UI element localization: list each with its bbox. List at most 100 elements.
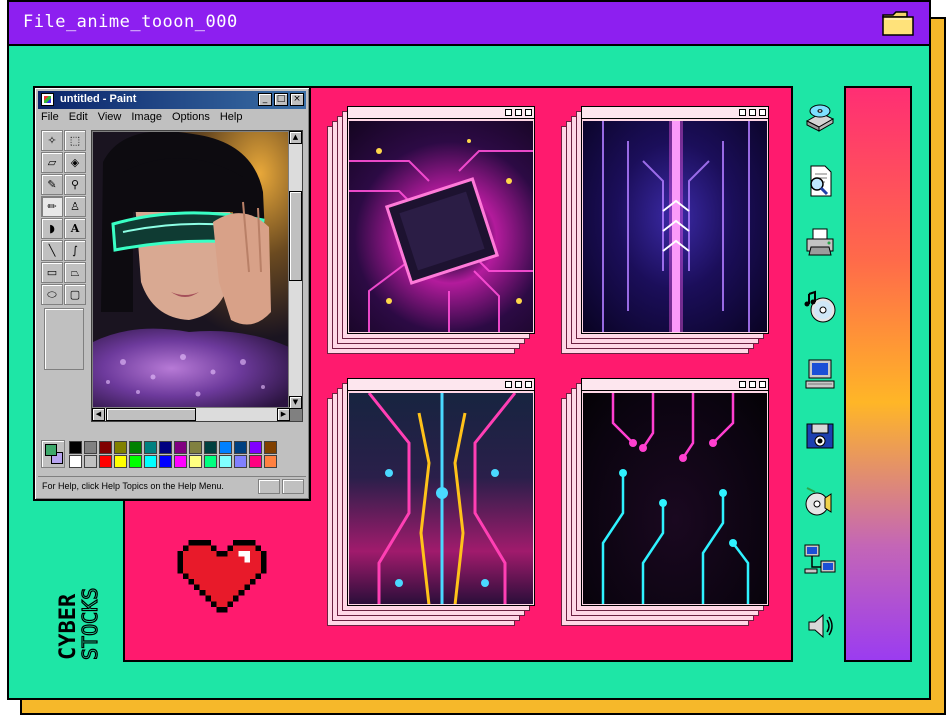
current-colors[interactable] <box>41 440 65 468</box>
eraser-tool[interactable]: ▱ <box>41 152 63 173</box>
pencil-tool[interactable]: ✏ <box>41 196 63 217</box>
color-palette <box>41 440 303 474</box>
music-cd-icon[interactable] <box>803 290 837 324</box>
minimize-button[interactable]: _ <box>258 93 272 106</box>
image-window-stack-1[interactable] <box>327 106 542 354</box>
magnifier-tool[interactable]: ⚲ <box>64 174 86 195</box>
printer-icon[interactable] <box>803 225 837 259</box>
palette-swatch[interactable] <box>189 455 202 468</box>
palette-swatch[interactable] <box>69 455 82 468</box>
palette-swatch[interactable] <box>264 455 277 468</box>
folder-icon[interactable] <box>881 9 915 37</box>
menu-view[interactable]: View <box>98 111 122 127</box>
palette-swatch[interactable] <box>129 441 142 454</box>
palette-swatch[interactable] <box>159 441 172 454</box>
image-window-titlebar[interactable] <box>348 379 534 391</box>
palette-swatch[interactable] <box>84 455 97 468</box>
menu-file[interactable]: File <box>41 111 59 127</box>
circuit-symmetric-image[interactable] <box>349 393 533 604</box>
text-tool[interactable]: A <box>64 218 86 239</box>
image-window-stack-2[interactable] <box>561 106 776 354</box>
palette-swatch[interactable] <box>264 441 277 454</box>
horizontal-scrollbar[interactable]: ◀ ▶ <box>92 407 290 421</box>
paint-app-icon <box>41 93 54 106</box>
palette-swatch[interactable] <box>234 455 247 468</box>
paint-window[interactable]: untitled - Paint _ □ × File Edit View Im… <box>33 86 311 501</box>
palette-swatch[interactable] <box>84 441 97 454</box>
scroll-left-button[interactable]: ◀ <box>92 408 105 421</box>
palette-swatch[interactable] <box>99 455 112 468</box>
search-document-icon[interactable] <box>803 164 837 198</box>
image-window-stack-3[interactable] <box>327 378 542 626</box>
sound-cd-icon[interactable] <box>803 484 837 518</box>
title-bar[interactable]: File_anime_tooon_000 <box>9 2 929 46</box>
palette-swatch[interactable] <box>159 455 172 468</box>
vertical-scroll-thumb[interactable] <box>289 191 302 281</box>
scroll-right-button[interactable]: ▶ <box>277 408 290 421</box>
ellipse-tool[interactable]: ⬭ <box>41 284 63 305</box>
circuit-chip-image[interactable] <box>349 121 533 332</box>
pixel-heart-icon <box>177 540 267 613</box>
rounded-rect-tool[interactable]: ▢ <box>64 284 86 305</box>
palette-swatch[interactable] <box>144 455 157 468</box>
palette-swatch[interactable] <box>219 441 232 454</box>
network-icon[interactable] <box>803 543 837 577</box>
vertical-scrollbar[interactable]: ▲ ▼ <box>288 131 302 409</box>
scroll-down-button[interactable]: ▼ <box>289 396 302 409</box>
menu-help[interactable]: Help <box>220 111 243 127</box>
palette-swatch[interactable] <box>204 441 217 454</box>
status-size <box>282 479 304 494</box>
maximize-button[interactable]: □ <box>274 93 288 106</box>
foreground-color-swatch <box>45 444 57 456</box>
image-window-titlebar[interactable] <box>582 379 768 391</box>
brush-tool[interactable]: ♙ <box>64 196 86 217</box>
palette-swatch[interactable] <box>174 441 187 454</box>
circuit-corridor-image[interactable] <box>583 121 767 332</box>
paint-canvas-area[interactable]: ▲ ▼ ◀ ▶ <box>91 130 303 422</box>
camera-floppy-icon[interactable] <box>803 418 837 452</box>
rect-select-tool[interactable]: ⬚ <box>64 130 86 151</box>
cd-drive-icon[interactable] <box>803 101 837 135</box>
fill-tool[interactable]: ◈ <box>64 152 86 173</box>
palette-swatch[interactable] <box>114 455 127 468</box>
palette-swatch[interactable] <box>144 441 157 454</box>
image-window-titlebar[interactable] <box>582 107 768 119</box>
paint-titlebar[interactable]: untitled - Paint _ □ × <box>38 91 306 109</box>
palette-swatch[interactable] <box>219 455 232 468</box>
paint-status-bar: For Help, click Help Topics on the Help … <box>38 476 306 496</box>
free-select-tool[interactable]: ✧ <box>41 130 63 151</box>
curve-tool[interactable]: ∫ <box>64 240 86 261</box>
tool-options-box[interactable] <box>44 308 84 370</box>
palette-swatch[interactable] <box>249 441 262 454</box>
palette-swatch[interactable] <box>114 441 127 454</box>
status-coordinates <box>258 479 280 494</box>
rectangle-tool[interactable]: ▭ <box>41 262 63 283</box>
palette-swatch[interactable] <box>99 441 112 454</box>
speaker-icon[interactable] <box>803 609 837 643</box>
scroll-up-button[interactable]: ▲ <box>289 131 302 144</box>
polygon-tool[interactable]: ⏢ <box>64 262 86 283</box>
palette-swatch[interactable] <box>174 455 187 468</box>
menu-image[interactable]: Image <box>131 111 162 127</box>
circuit-neon-lines-image[interactable] <box>583 393 767 604</box>
menu-options[interactable]: Options <box>172 111 210 127</box>
palette-swatch[interactable] <box>69 441 82 454</box>
computer-icon[interactable] <box>803 357 837 391</box>
palette-swatch[interactable] <box>129 455 142 468</box>
palette-swatch[interactable] <box>204 455 217 468</box>
main-window: File_anime_tooon_000 untitled - Paint _ … <box>7 0 931 700</box>
eyedropper-tool[interactable]: ✎ <box>41 174 63 195</box>
image-window-titlebar[interactable] <box>348 107 534 119</box>
paint-title: untitled - Paint <box>60 93 137 105</box>
paint-menu-bar: File Edit View Image Options Help <box>41 111 242 127</box>
menu-edit[interactable]: Edit <box>69 111 88 127</box>
close-button[interactable]: × <box>290 93 304 106</box>
palette-swatch[interactable] <box>234 441 247 454</box>
line-tool[interactable]: ╲ <box>41 240 63 261</box>
palette-swatch[interactable] <box>189 441 202 454</box>
image-window-stack-4[interactable] <box>561 378 776 626</box>
horizontal-scroll-thumb[interactable] <box>106 408 196 421</box>
airbrush-tool[interactable]: ◗ <box>41 218 63 239</box>
canvas-photo[interactable] <box>93 132 289 408</box>
palette-swatch[interactable] <box>249 455 262 468</box>
